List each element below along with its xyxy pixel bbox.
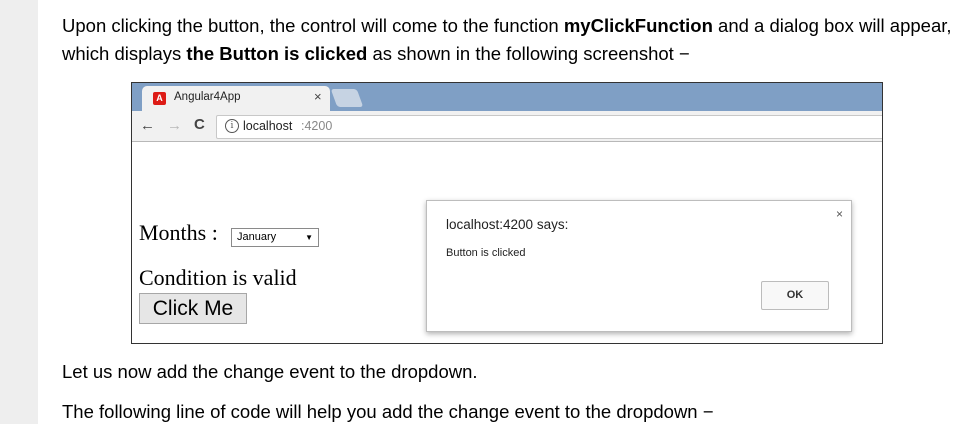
dialog-message: Button is clicked <box>446 247 526 259</box>
browser-tab[interactable]: A Angular4App × <box>142 86 330 111</box>
dialog-title: localhost:4200 says: <box>446 217 569 232</box>
page-content: Months : January ▼ Condition is valid Cl… <box>132 142 882 343</box>
tab-title: Angular4App <box>174 91 241 103</box>
paragraph-change-event: Let us now add the change event to the d… <box>62 361 478 382</box>
url-host: localhost <box>243 119 293 133</box>
forward-arrow-icon[interactable]: → <box>167 117 182 134</box>
info-icon[interactable]: i <box>225 119 239 133</box>
angular-logo-icon: A <box>153 92 166 105</box>
new-tab-button[interactable] <box>330 89 364 107</box>
url-port: :4200 <box>301 119 333 133</box>
browser-screenshot: A Angular4App × ← → C i localhost :4200 … <box>131 82 883 344</box>
months-label: Months : <box>139 220 218 245</box>
dialog-text-emphasis: the Button is clicked <box>186 43 368 64</box>
ok-button[interactable]: OK <box>761 281 829 310</box>
intro-text-1: Upon clicking the button, the control wi… <box>62 15 564 36</box>
browser-toolbar: ← → C i localhost :4200 <box>132 111 882 142</box>
reload-icon[interactable]: C <box>194 116 205 133</box>
paragraph-code-intro: The following line of code will help you… <box>62 401 714 422</box>
dropdown-arrow-icon: ▼ <box>305 233 313 242</box>
address-bar[interactable]: i localhost :4200 <box>216 115 882 139</box>
intro-text-3: as shown in the following screenshot − <box>367 43 690 64</box>
click-me-button[interactable]: Click Me <box>139 293 247 324</box>
condition-text: Condition is valid <box>139 265 297 290</box>
browser-tab-bar: A Angular4App × <box>132 83 882 111</box>
function-name: myClickFunction <box>563 15 713 36</box>
left-gutter <box>0 0 38 424</box>
months-selected-value: January <box>237 231 277 243</box>
alert-dialog: × localhost:4200 says: Button is clicked… <box>426 200 852 332</box>
tab-close-icon[interactable]: × <box>314 89 322 104</box>
dialog-close-icon[interactable]: × <box>836 207 843 221</box>
months-dropdown[interactable]: January ▼ <box>231 228 319 247</box>
back-arrow-icon[interactable]: ← <box>140 117 155 134</box>
intro-paragraph: Upon clicking the button, the control wi… <box>62 12 954 68</box>
